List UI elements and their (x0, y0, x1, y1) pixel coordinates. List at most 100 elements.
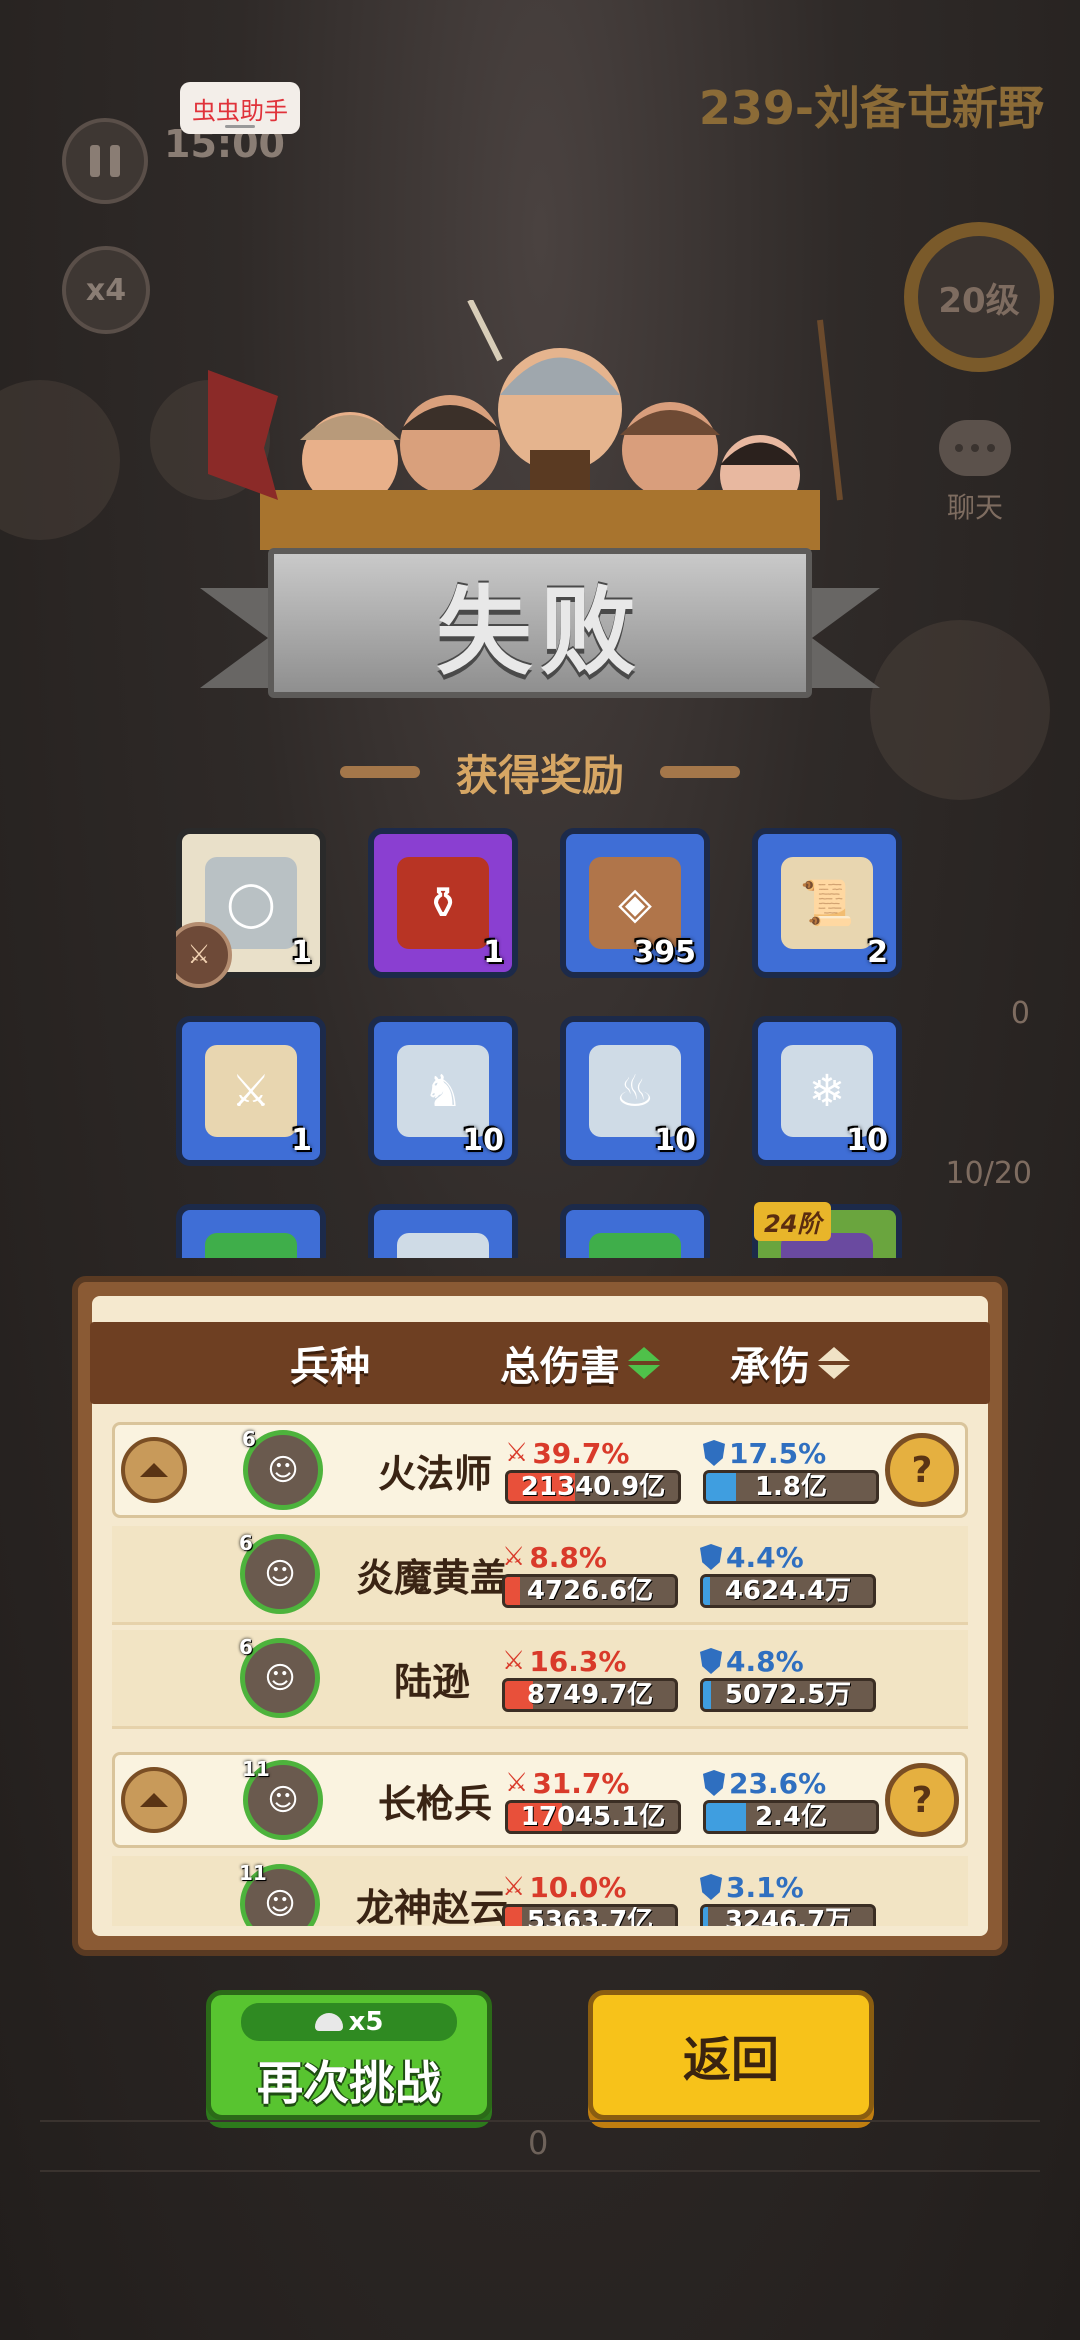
reward-quantity: 2 (867, 935, 888, 970)
unit-level: 6 (242, 1427, 256, 1451)
tank-stat: 17.5% 1.8亿 (703, 1436, 879, 1504)
damage-value: 17045.1亿 (520, 1802, 666, 1832)
rewards-title: 获得奖励 (455, 750, 624, 800)
chevron-up-icon (140, 1793, 168, 1807)
sort-toggle-icon (628, 1347, 660, 1379)
defeated-soldiers-illustration (260, 300, 843, 550)
question-icon: ? (911, 1449, 933, 1491)
shield-icon (700, 1648, 722, 1674)
sort-by-damage-button[interactable]: 总伤害 (500, 1334, 660, 1392)
tank-value: 3246.7万 (724, 1906, 852, 1926)
damage-stat: ⚔ 31.7% 17045.1亿 (505, 1766, 681, 1834)
reward-hero-card[interactable]: ★24阶 (752, 1202, 902, 1258)
tank-bar: 3246.7万 (700, 1904, 876, 1926)
sword-icon: ⚔ (502, 1646, 526, 1676)
sword-scroll-icon: ⚔ (205, 1045, 297, 1137)
shield-icon (703, 1770, 725, 1796)
unit-avatar[interactable]: 11 ☺ (239, 1861, 320, 1926)
chat-icon (939, 420, 1011, 476)
reward-boots-scroll[interactable]: 📜 2 (752, 828, 902, 978)
reward-fire-scroll[interactable]: ♨ 10 (560, 1016, 710, 1166)
unit-level: 6 (239, 1531, 253, 1555)
damage-bar: 5363.7亿 (502, 1904, 678, 1926)
unit-level: 6 (239, 1635, 253, 1659)
shield-icon (703, 1440, 725, 1466)
chevron-up-icon (140, 1463, 168, 1477)
damage-bar: 4726.6亿 (502, 1574, 678, 1608)
damage-value: 21340.9亿 (520, 1472, 666, 1502)
tank-stat: 4.8% 5072.5万 (700, 1644, 876, 1712)
reward-green-orb[interactable]: ● (176, 1204, 326, 1258)
collapse-button[interactable] (121, 1437, 187, 1503)
shield-icon (700, 1544, 722, 1570)
unit-avatar[interactable]: 6 ☺ (242, 1427, 323, 1510)
wine-jar-icon: ⚱ (397, 857, 489, 949)
retry-button[interactable]: x5 再次挑战 (206, 1990, 492, 2120)
help-button[interactable]: ? (885, 1763, 959, 1837)
sword-icon: ⚔ (505, 1438, 529, 1468)
unit-capacity: 10/20 (945, 1156, 1032, 1191)
damage-bar: 8749.7亿 (502, 1678, 678, 1712)
level-title: 239-刘备屯新野 (698, 81, 1044, 135)
pause-button[interactable] (62, 118, 148, 204)
shield-icon (700, 1874, 722, 1900)
collapse-button[interactable] (121, 1767, 187, 1833)
reward-quantity: 1 (483, 935, 504, 970)
damage-value: 4726.6亿 (526, 1576, 654, 1606)
sword-icon: ⚔ (502, 1872, 526, 1902)
reward-copper-coin[interactable]: ◈ 395 (560, 828, 710, 978)
tank-value: 1.8亿 (754, 1472, 828, 1502)
reward-quantity: 1 (291, 935, 312, 970)
cloud-ornament-right (660, 766, 740, 778)
unit-avatar[interactable]: 6 ☺ (239, 1531, 320, 1614)
rice-bowl-icon (314, 2013, 343, 2031)
rewards-header: 获得奖励 (290, 742, 790, 802)
tank-value: 4624.4万 (724, 1576, 852, 1606)
reward-quantity: 395 (633, 935, 696, 970)
reward-ice-scroll[interactable]: ❄ 10 (752, 1016, 902, 1166)
tank-stat: 23.6% 2.4亿 (703, 1766, 879, 1834)
reward-green-orb-2[interactable]: ● (560, 1204, 710, 1258)
reward-white-orb-material[interactable]: ◯ 1 ⚔ (176, 828, 326, 988)
unit-avatar[interactable]: 6 ☺ (239, 1635, 320, 1718)
reward-grid: ◯1⚔⚱1◈395📜2⚔1♞10♨10❄10●▭●★24阶 (176, 828, 906, 1258)
tank-stat: 4.4% 4624.4万 (700, 1540, 876, 1608)
reward-sword-scroll[interactable]: ⚔ 1 (176, 1016, 326, 1166)
damage-value: 5363.7亿 (526, 1906, 654, 1926)
damage-bar: 21340.9亿 (505, 1470, 681, 1504)
assist-tag[interactable]: 虫虫助手 (180, 82, 300, 134)
damage-value: 8749.7亿 (526, 1680, 654, 1710)
damage-stats-panel: 兵种 总伤害 承伤 ? 6 ☺ 火法师 ⚔ 39.7% 21340.9亿 17.5% 1.8亿 6… (72, 1276, 1008, 1956)
tank-percent: 4.4% (726, 1540, 804, 1574)
reward-horse-scroll[interactable]: ♞ 10 (368, 1016, 518, 1166)
chat-button[interactable]: 聊天 (930, 420, 1020, 526)
damage-percent: 31.7% (532, 1766, 630, 1800)
sword-icon: ⚔ (502, 1542, 526, 1572)
reward-quantity: 10 (654, 1123, 696, 1158)
speed-button[interactable]: x4 (62, 246, 150, 334)
damage-percent: 16.3% (529, 1644, 627, 1678)
bottom-counter: 0 (528, 2124, 549, 2162)
player-level: 20级 (938, 280, 1020, 321)
chat-label: 聊天 (946, 491, 1003, 524)
tank-bar: 2.4亿 (703, 1800, 879, 1834)
sort-by-tank-button[interactable]: 承伤 (730, 1334, 850, 1392)
help-button[interactable]: ? (885, 1433, 959, 1507)
sword-icon: ⚔ (505, 1768, 529, 1798)
reward-scroll[interactable]: ▭ (368, 1204, 518, 1258)
panel-body: 兵种 总伤害 承伤 ? 6 ☺ 火法师 ⚔ 39.7% 21340.9亿 17.5% 1.8亿 6… (90, 1296, 990, 1936)
back-button[interactable]: 返回 (588, 1990, 874, 2120)
reward-wine-jar[interactable]: ⚱ 1 (368, 828, 518, 978)
unit-avatar[interactable]: 11 ☺ (242, 1757, 323, 1840)
damage-percent: 8.8% (529, 1540, 607, 1574)
tank-stat: 3.1% 3246.7万 (700, 1870, 876, 1926)
unit-sub-row: 6 ☺ 炎魔黄盖 ⚔ 8.8% 4726.6亿 4.4% 4624.4万 (112, 1526, 968, 1625)
tank-value: 2.4亿 (754, 1802, 828, 1832)
side-counter-zero: 0 (1010, 996, 1030, 1031)
player-level-ring: 20级 (904, 222, 1054, 372)
reward-quantity: 10 (462, 1123, 504, 1158)
defeat-banner: 失败 (200, 548, 880, 718)
column-tank-label: 承伤 (730, 1344, 810, 1390)
unit-sub-row: 11 ☺ 龙神赵云 ⚔ 10.0% 5363.7亿 3.1% 3246.7万 (112, 1856, 968, 1926)
stage-badge: 24阶 (754, 1202, 832, 1241)
